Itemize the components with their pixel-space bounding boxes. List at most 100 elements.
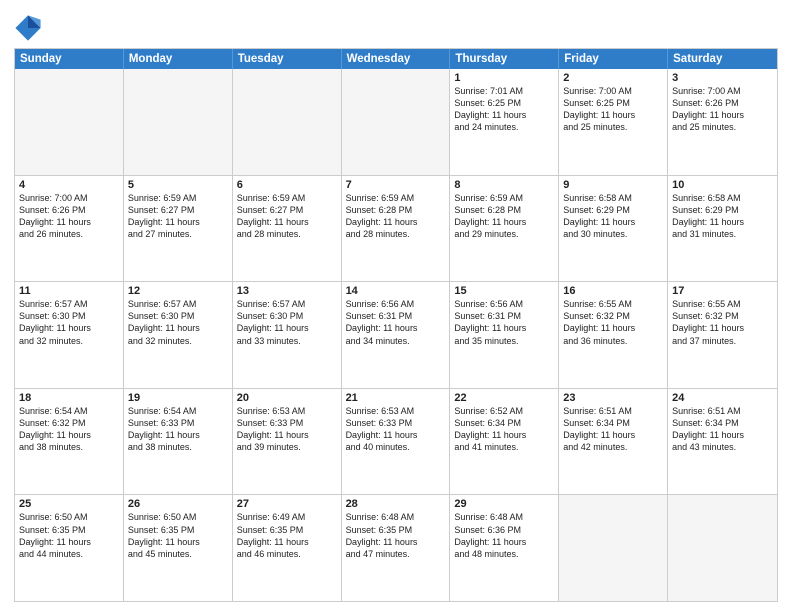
empty-cell bbox=[668, 495, 777, 601]
day-cell-2: 2Sunrise: 7:00 AM Sunset: 6:25 PM Daylig… bbox=[559, 69, 668, 175]
day-number: 18 bbox=[19, 392, 119, 404]
cell-info: Sunrise: 6:59 AM Sunset: 6:28 PM Dayligh… bbox=[346, 192, 446, 241]
day-number: 22 bbox=[454, 392, 554, 404]
day-cell-23: 23Sunrise: 6:51 AM Sunset: 6:34 PM Dayli… bbox=[559, 389, 668, 495]
day-cell-19: 19Sunrise: 6:54 AM Sunset: 6:33 PM Dayli… bbox=[124, 389, 233, 495]
header bbox=[14, 10, 778, 42]
cell-info: Sunrise: 6:57 AM Sunset: 6:30 PM Dayligh… bbox=[237, 298, 337, 347]
cell-info: Sunrise: 6:52 AM Sunset: 6:34 PM Dayligh… bbox=[454, 405, 554, 454]
day-cell-21: 21Sunrise: 6:53 AM Sunset: 6:33 PM Dayli… bbox=[342, 389, 451, 495]
day-cell-8: 8Sunrise: 6:59 AM Sunset: 6:28 PM Daylig… bbox=[450, 176, 559, 282]
day-number: 5 bbox=[128, 179, 228, 191]
day-number: 15 bbox=[454, 285, 554, 297]
cell-info: Sunrise: 6:59 AM Sunset: 6:28 PM Dayligh… bbox=[454, 192, 554, 241]
cell-info: Sunrise: 6:53 AM Sunset: 6:33 PM Dayligh… bbox=[237, 405, 337, 454]
calendar: SundayMondayTuesdayWednesdayThursdayFrid… bbox=[14, 48, 778, 602]
day-cell-3: 3Sunrise: 7:00 AM Sunset: 6:26 PM Daylig… bbox=[668, 69, 777, 175]
day-cell-20: 20Sunrise: 6:53 AM Sunset: 6:33 PM Dayli… bbox=[233, 389, 342, 495]
cell-info: Sunrise: 6:55 AM Sunset: 6:32 PM Dayligh… bbox=[563, 298, 663, 347]
cell-info: Sunrise: 7:00 AM Sunset: 6:25 PM Dayligh… bbox=[563, 85, 663, 134]
cell-info: Sunrise: 6:56 AM Sunset: 6:31 PM Dayligh… bbox=[346, 298, 446, 347]
header-day-thursday: Thursday bbox=[450, 49, 559, 69]
day-number: 2 bbox=[563, 72, 663, 84]
day-number: 3 bbox=[672, 72, 773, 84]
day-cell-22: 22Sunrise: 6:52 AM Sunset: 6:34 PM Dayli… bbox=[450, 389, 559, 495]
cell-info: Sunrise: 6:53 AM Sunset: 6:33 PM Dayligh… bbox=[346, 405, 446, 454]
day-number: 25 bbox=[19, 498, 119, 510]
day-cell-11: 11Sunrise: 6:57 AM Sunset: 6:30 PM Dayli… bbox=[15, 282, 124, 388]
cell-info: Sunrise: 6:51 AM Sunset: 6:34 PM Dayligh… bbox=[672, 405, 773, 454]
day-number: 7 bbox=[346, 179, 446, 191]
cell-info: Sunrise: 6:58 AM Sunset: 6:29 PM Dayligh… bbox=[672, 192, 773, 241]
calendar-row-1: 4Sunrise: 7:00 AM Sunset: 6:26 PM Daylig… bbox=[15, 175, 777, 282]
day-cell-18: 18Sunrise: 6:54 AM Sunset: 6:32 PM Dayli… bbox=[15, 389, 124, 495]
day-number: 28 bbox=[346, 498, 446, 510]
cell-info: Sunrise: 6:59 AM Sunset: 6:27 PM Dayligh… bbox=[237, 192, 337, 241]
day-cell-15: 15Sunrise: 6:56 AM Sunset: 6:31 PM Dayli… bbox=[450, 282, 559, 388]
day-cell-4: 4Sunrise: 7:00 AM Sunset: 6:26 PM Daylig… bbox=[15, 176, 124, 282]
cell-info: Sunrise: 6:54 AM Sunset: 6:32 PM Dayligh… bbox=[19, 405, 119, 454]
cell-info: Sunrise: 6:50 AM Sunset: 6:35 PM Dayligh… bbox=[19, 511, 119, 560]
day-cell-17: 17Sunrise: 6:55 AM Sunset: 6:32 PM Dayli… bbox=[668, 282, 777, 388]
day-cell-6: 6Sunrise: 6:59 AM Sunset: 6:27 PM Daylig… bbox=[233, 176, 342, 282]
day-cell-10: 10Sunrise: 6:58 AM Sunset: 6:29 PM Dayli… bbox=[668, 176, 777, 282]
cell-info: Sunrise: 6:48 AM Sunset: 6:35 PM Dayligh… bbox=[346, 511, 446, 560]
logo bbox=[14, 14, 44, 42]
cell-info: Sunrise: 6:48 AM Sunset: 6:36 PM Dayligh… bbox=[454, 511, 554, 560]
empty-cell bbox=[15, 69, 124, 175]
cell-info: Sunrise: 6:56 AM Sunset: 6:31 PM Dayligh… bbox=[454, 298, 554, 347]
day-cell-7: 7Sunrise: 6:59 AM Sunset: 6:28 PM Daylig… bbox=[342, 176, 451, 282]
day-number: 9 bbox=[563, 179, 663, 191]
calendar-row-0: 1Sunrise: 7:01 AM Sunset: 6:25 PM Daylig… bbox=[15, 69, 777, 175]
cell-info: Sunrise: 7:00 AM Sunset: 6:26 PM Dayligh… bbox=[19, 192, 119, 241]
cell-info: Sunrise: 6:55 AM Sunset: 6:32 PM Dayligh… bbox=[672, 298, 773, 347]
cell-info: Sunrise: 6:57 AM Sunset: 6:30 PM Dayligh… bbox=[128, 298, 228, 347]
calendar-row-3: 18Sunrise: 6:54 AM Sunset: 6:32 PM Dayli… bbox=[15, 388, 777, 495]
day-cell-5: 5Sunrise: 6:59 AM Sunset: 6:27 PM Daylig… bbox=[124, 176, 233, 282]
cell-info: Sunrise: 6:59 AM Sunset: 6:27 PM Dayligh… bbox=[128, 192, 228, 241]
empty-cell bbox=[233, 69, 342, 175]
header-day-tuesday: Tuesday bbox=[233, 49, 342, 69]
cell-info: Sunrise: 6:54 AM Sunset: 6:33 PM Dayligh… bbox=[128, 405, 228, 454]
day-number: 11 bbox=[19, 285, 119, 297]
day-number: 24 bbox=[672, 392, 773, 404]
day-number: 6 bbox=[237, 179, 337, 191]
day-cell-12: 12Sunrise: 6:57 AM Sunset: 6:30 PM Dayli… bbox=[124, 282, 233, 388]
day-number: 20 bbox=[237, 392, 337, 404]
day-number: 12 bbox=[128, 285, 228, 297]
day-number: 27 bbox=[237, 498, 337, 510]
empty-cell bbox=[124, 69, 233, 175]
day-number: 4 bbox=[19, 179, 119, 191]
header-day-sunday: Sunday bbox=[15, 49, 124, 69]
day-cell-1: 1Sunrise: 7:01 AM Sunset: 6:25 PM Daylig… bbox=[450, 69, 559, 175]
day-number: 21 bbox=[346, 392, 446, 404]
cell-info: Sunrise: 6:57 AM Sunset: 6:30 PM Dayligh… bbox=[19, 298, 119, 347]
header-day-friday: Friday bbox=[559, 49, 668, 69]
calendar-body: 1Sunrise: 7:01 AM Sunset: 6:25 PM Daylig… bbox=[15, 69, 777, 601]
cell-info: Sunrise: 6:49 AM Sunset: 6:35 PM Dayligh… bbox=[237, 511, 337, 560]
day-cell-27: 27Sunrise: 6:49 AM Sunset: 6:35 PM Dayli… bbox=[233, 495, 342, 601]
day-number: 13 bbox=[237, 285, 337, 297]
cell-info: Sunrise: 6:51 AM Sunset: 6:34 PM Dayligh… bbox=[563, 405, 663, 454]
day-number: 16 bbox=[563, 285, 663, 297]
day-number: 1 bbox=[454, 72, 554, 84]
day-number: 19 bbox=[128, 392, 228, 404]
day-cell-29: 29Sunrise: 6:48 AM Sunset: 6:36 PM Dayli… bbox=[450, 495, 559, 601]
day-cell-24: 24Sunrise: 6:51 AM Sunset: 6:34 PM Dayli… bbox=[668, 389, 777, 495]
calendar-header: SundayMondayTuesdayWednesdayThursdayFrid… bbox=[15, 49, 777, 69]
header-day-saturday: Saturday bbox=[668, 49, 777, 69]
day-number: 17 bbox=[672, 285, 773, 297]
header-day-wednesday: Wednesday bbox=[342, 49, 451, 69]
calendar-row-4: 25Sunrise: 6:50 AM Sunset: 6:35 PM Dayli… bbox=[15, 494, 777, 601]
cell-info: Sunrise: 6:58 AM Sunset: 6:29 PM Dayligh… bbox=[563, 192, 663, 241]
calendar-row-2: 11Sunrise: 6:57 AM Sunset: 6:30 PM Dayli… bbox=[15, 281, 777, 388]
day-cell-26: 26Sunrise: 6:50 AM Sunset: 6:35 PM Dayli… bbox=[124, 495, 233, 601]
day-cell-25: 25Sunrise: 6:50 AM Sunset: 6:35 PM Dayli… bbox=[15, 495, 124, 601]
cell-info: Sunrise: 7:01 AM Sunset: 6:25 PM Dayligh… bbox=[454, 85, 554, 134]
cell-info: Sunrise: 7:00 AM Sunset: 6:26 PM Dayligh… bbox=[672, 85, 773, 134]
empty-cell bbox=[342, 69, 451, 175]
day-cell-13: 13Sunrise: 6:57 AM Sunset: 6:30 PM Dayli… bbox=[233, 282, 342, 388]
day-cell-16: 16Sunrise: 6:55 AM Sunset: 6:32 PM Dayli… bbox=[559, 282, 668, 388]
cell-info: Sunrise: 6:50 AM Sunset: 6:35 PM Dayligh… bbox=[128, 511, 228, 560]
logo-icon bbox=[14, 14, 42, 42]
